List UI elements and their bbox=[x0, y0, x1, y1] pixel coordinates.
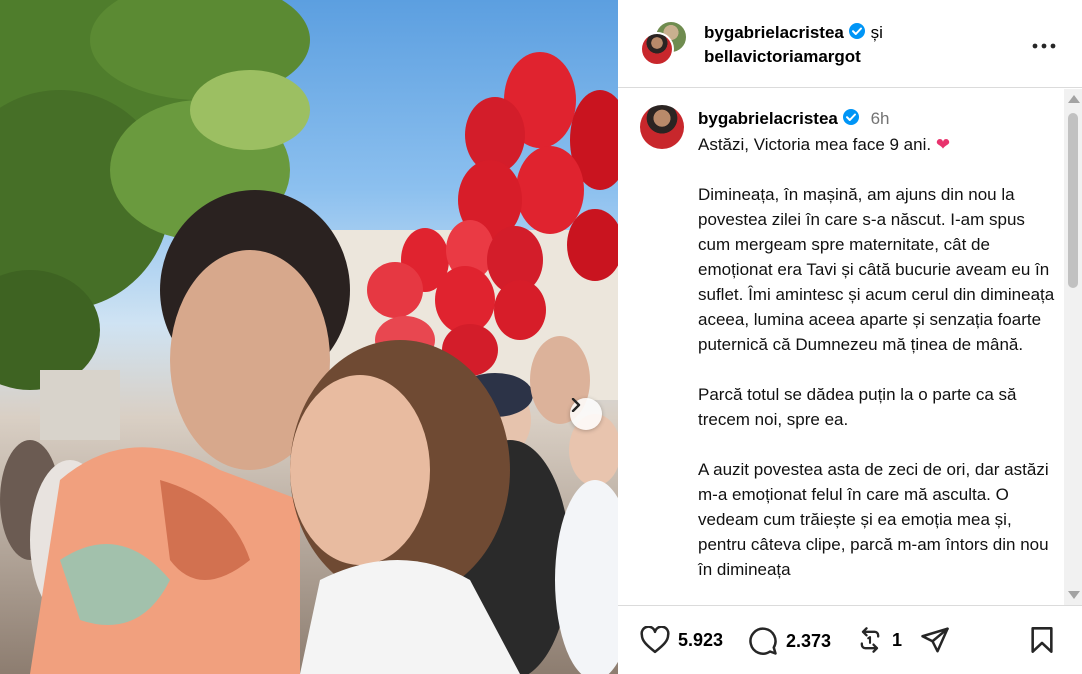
post-side-panel: bygabrielacristea și bellavictoriamargot… bbox=[618, 0, 1082, 674]
header-username-collaborator[interactable]: bellavictoriamargot bbox=[704, 45, 883, 69]
bookmark-icon bbox=[1031, 627, 1053, 653]
caption-avatar[interactable] bbox=[640, 105, 684, 149]
caption-header: bygabrielacristea 6h bbox=[698, 107, 890, 131]
more-horizontal-icon bbox=[1032, 43, 1056, 49]
scroll-up-arrow-icon[interactable] bbox=[1068, 95, 1080, 103]
like-count[interactable]: 5.923 bbox=[678, 630, 723, 651]
action-bar: 5.923 2.373 1 bbox=[618, 605, 1082, 674]
caption-first-line: Astăzi, Victoria mea face 9 ani. bbox=[698, 135, 932, 154]
scrollbar-thumb[interactable] bbox=[1068, 113, 1078, 288]
post-header: bygabrielacristea și bellavictoriamargot bbox=[618, 0, 1082, 88]
more-options-button[interactable] bbox=[1032, 34, 1056, 50]
repost-count[interactable]: 1 bbox=[892, 630, 902, 651]
post-time[interactable]: 6h bbox=[871, 109, 890, 128]
chevron-right-icon bbox=[571, 398, 581, 412]
comment-button[interactable]: 2.373 bbox=[748, 626, 831, 656]
caption-area: bygabrielacristea 6h Astăzi, Victoria me… bbox=[618, 89, 1082, 605]
caption-scrollbar[interactable] bbox=[1064, 89, 1082, 605]
share-button[interactable] bbox=[920, 626, 950, 654]
save-button[interactable] bbox=[1030, 626, 1054, 654]
header-usernames: bygabrielacristea și bellavictoriamargot bbox=[704, 21, 883, 69]
next-slide-button[interactable] bbox=[570, 398, 602, 430]
collab-avatars[interactable] bbox=[640, 20, 688, 68]
send-icon bbox=[921, 627, 949, 653]
comment-count[interactable]: 2.373 bbox=[786, 631, 831, 652]
caption-text: Astăzi, Victoria mea face 9 ani. ❤ Dimin… bbox=[698, 132, 1058, 582]
repost-icon bbox=[860, 627, 880, 653]
header-username-primary[interactable]: bygabrielacristea bbox=[704, 23, 844, 42]
repost-button[interactable]: 1 bbox=[856, 626, 902, 654]
verified-badge-icon bbox=[842, 109, 859, 125]
caption-body: Dimineața, în mașină, am ajuns din nou l… bbox=[698, 185, 1055, 579]
heart-icon bbox=[640, 626, 670, 654]
scroll-down-arrow-icon[interactable] bbox=[1068, 591, 1080, 599]
girl bbox=[290, 340, 520, 674]
avatar-author[interactable] bbox=[640, 32, 674, 66]
like-button[interactable]: 5.923 bbox=[640, 626, 723, 654]
photo-illustration bbox=[0, 0, 618, 674]
comment-icon bbox=[749, 627, 777, 655]
header-conjunction: și bbox=[870, 23, 883, 42]
post-photo bbox=[0, 0, 618, 674]
heart-emoji: ❤ bbox=[935, 135, 951, 154]
caption-username[interactable]: bygabrielacristea bbox=[698, 109, 838, 128]
verified-badge-icon bbox=[848, 23, 865, 39]
